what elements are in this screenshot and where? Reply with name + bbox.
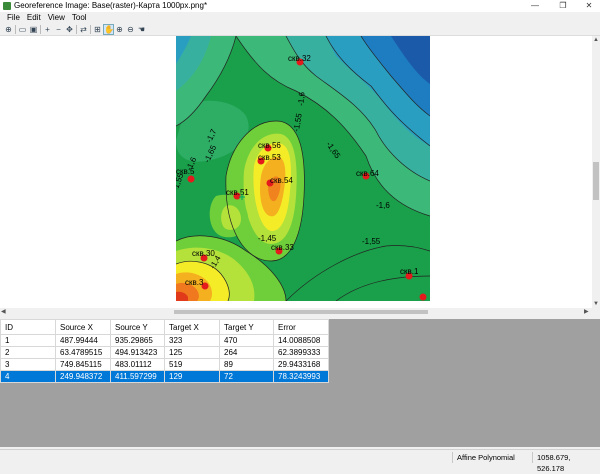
table-cell[interactable]: 470 xyxy=(219,334,274,347)
table-cell[interactable]: 72 xyxy=(219,370,274,383)
contour-map: -1,55 -1,6 -1,65 -1,7 -1,6 -1,55 -1,65 -… xyxy=(176,36,430,301)
table-cell[interactable]: 494.913423 xyxy=(110,346,165,359)
table-cell[interactable]: 125 xyxy=(164,346,220,359)
table-cell[interactable]: 749.845115 xyxy=(55,358,111,371)
vertical-scroll-thumb[interactable] xyxy=(593,162,599,200)
gcp-table: ID Source X Source Y Target X Target Y E… xyxy=(0,319,329,383)
table-cell[interactable]: 2 xyxy=(0,346,56,359)
table-cell[interactable]: 3 xyxy=(0,358,56,371)
status-bar: Affine Polynomial 1058.679, 526.178 xyxy=(0,449,600,473)
save-icon[interactable]: ▣ xyxy=(29,25,38,34)
table-cell[interactable]: 4 xyxy=(0,370,56,383)
column-id[interactable]: ID xyxy=(0,319,56,335)
column-error[interactable]: Error xyxy=(273,319,329,335)
scroll-left-icon[interactable]: ◀ xyxy=(1,308,6,316)
table-cell[interactable]: 935.29865 xyxy=(110,334,165,347)
control-point[interactable]: скв.56 xyxy=(258,141,281,152)
control-point[interactable] xyxy=(419,293,427,301)
scroll-right-icon[interactable]: ▶ xyxy=(584,308,589,316)
zoom-in-icon[interactable]: ⊕ xyxy=(115,25,124,34)
column-source-x[interactable]: Source X xyxy=(55,319,111,335)
svg-text:скв.56: скв.56 xyxy=(258,141,281,150)
svg-text:скв.64: скв.64 xyxy=(356,169,379,178)
svg-text:скв.1: скв.1 xyxy=(400,267,419,276)
window-title: Georeference Image: Base(raster)-Карта 1… xyxy=(14,1,208,10)
cursor-coordinates: 1058.679, 526.178 xyxy=(532,452,598,473)
open-icon[interactable]: ▭ xyxy=(18,25,27,34)
menu-bar: File Edit View Tool xyxy=(0,12,600,23)
toolbar: ⊕ ▭ ▣ + − ✥ ⇄ ⊞ ✋ ⊕ ⊖ ☚ xyxy=(0,23,600,36)
column-target-x[interactable]: Target X xyxy=(164,319,220,335)
horizontal-scrollbar[interactable]: ◀ ▶ xyxy=(0,308,592,316)
pan-icon[interactable]: ✋ xyxy=(103,24,114,35)
georeference-icon[interactable]: ⊕ xyxy=(4,25,13,34)
link-icon[interactable]: ⇄ xyxy=(79,25,88,34)
title-bar: Georeference Image: Base(raster)-Карта 1… xyxy=(0,0,600,12)
vertical-scrollbar[interactable]: ▲ ▼ xyxy=(592,36,600,308)
menu-edit[interactable]: Edit xyxy=(27,12,41,23)
horizontal-scroll-thumb[interactable] xyxy=(174,310,428,314)
svg-text:скв.32: скв.32 xyxy=(288,54,311,63)
table-row[interactable]: 1 487.99444 935.29865 323 470 14.0088508 xyxy=(0,334,329,347)
delete-point-icon[interactable]: − xyxy=(54,25,63,34)
zoom-extent-icon[interactable]: ⊞ xyxy=(93,25,102,34)
scroll-down-icon[interactable]: ▼ xyxy=(593,300,599,308)
hand-icon[interactable]: ☚ xyxy=(137,25,146,34)
move-point-icon[interactable]: ✥ xyxy=(65,25,74,34)
table-cell[interactable]: 14.0088508 xyxy=(273,334,329,347)
menu-view[interactable]: View xyxy=(48,12,65,23)
transform-type: Affine Polynomial xyxy=(452,452,532,463)
svg-text:скв.54: скв.54 xyxy=(270,176,293,185)
table-cell[interactable]: 89 xyxy=(219,358,274,371)
svg-text:скв.30: скв.30 xyxy=(192,249,215,258)
svg-text:скв.33: скв.33 xyxy=(271,243,294,252)
table-cell[interactable]: 249.948372 xyxy=(55,370,111,383)
table-cell[interactable]: 323 xyxy=(164,334,220,347)
add-point-icon[interactable]: + xyxy=(43,25,52,34)
table-cell[interactable]: 29.9433168 xyxy=(273,358,329,371)
table-cell[interactable]: 78.3243993 xyxy=(273,370,329,383)
scroll-up-icon[interactable]: ▲ xyxy=(593,36,599,44)
minimize-button[interactable]: — xyxy=(524,0,546,12)
svg-text:скв.53: скв.53 xyxy=(258,153,281,162)
isoline-label: -1,6 xyxy=(376,201,390,210)
table-cell[interactable]: 62.3899333 xyxy=(273,346,329,359)
menu-file[interactable]: File xyxy=(7,12,20,23)
table-header-row: ID Source X Source Y Target X Target Y E… xyxy=(0,319,329,335)
column-source-y[interactable]: Source Y xyxy=(110,319,165,335)
menu-tool[interactable]: Tool xyxy=(72,12,87,23)
table-cell[interactable]: 483.01112 xyxy=(110,358,165,371)
isoline-label: -1,45 xyxy=(258,234,277,243)
toolbar-separator xyxy=(40,25,41,34)
table-cell[interactable]: 1 xyxy=(0,334,56,347)
column-target-y[interactable]: Target Y xyxy=(219,319,274,335)
table-cell[interactable]: 129 xyxy=(164,370,220,383)
svg-text:скв.51: скв.51 xyxy=(226,188,249,197)
table-cell[interactable]: 63.4789515 xyxy=(55,346,111,359)
close-button[interactable]: ✕ xyxy=(578,0,600,12)
restore-button[interactable]: ❐ xyxy=(552,0,574,12)
table-row[interactable]: 3 749.845115 483.01112 519 89 29.9433168 xyxy=(0,358,329,371)
control-point[interactable]: скв.64 xyxy=(356,169,379,180)
zoom-out-icon[interactable]: ⊖ xyxy=(126,25,135,34)
table-cell[interactable]: 411.597299 xyxy=(110,370,165,383)
isoline-label: -1,55 xyxy=(362,237,381,246)
table-cell[interactable]: 264 xyxy=(219,346,274,359)
table-row-selected[interactable]: 4 249.948372 411.597299 129 72 78.324399… xyxy=(0,370,329,383)
svg-text:скв.3: скв.3 xyxy=(185,278,204,287)
table-row[interactable]: 2 63.4789515 494.913423 125 264 62.38993… xyxy=(0,346,329,359)
table-cell[interactable]: 519 xyxy=(164,358,220,371)
app-icon xyxy=(3,2,11,10)
isoline-label: -1,6 xyxy=(296,91,306,106)
toolbar-separator xyxy=(15,25,16,34)
map-canvas[interactable]: -1,55 -1,6 -1,65 -1,7 -1,6 -1,55 -1,65 -… xyxy=(0,36,592,308)
control-point[interactable]: скв.54 xyxy=(266,176,294,187)
toolbar-separator xyxy=(76,25,77,34)
toolbar-separator xyxy=(90,25,91,34)
svg-text:скв.5: скв.5 xyxy=(176,167,195,176)
table-cell[interactable]: 487.99444 xyxy=(55,334,111,347)
gcp-table-panel: ID Source X Source Y Target X Target Y E… xyxy=(0,319,600,447)
